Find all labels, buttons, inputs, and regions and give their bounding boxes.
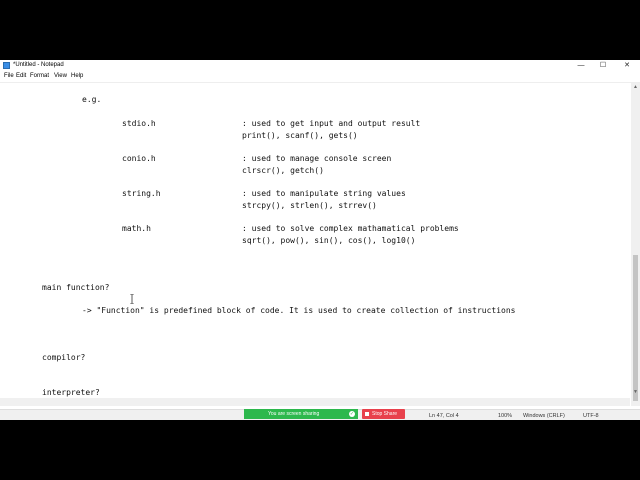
text-line: conio.h: [122, 154, 156, 163]
notepad-icon: [3, 62, 10, 69]
menu-view[interactable]: View: [54, 73, 67, 79]
text-line: string.h: [122, 189, 161, 198]
text-line: math.h: [122, 224, 151, 233]
text-line: strcpy(), strlen(), strrev(): [242, 201, 377, 210]
scroll-down-icon[interactable]: ▼: [631, 388, 640, 396]
text-line: sqrt(), pow(), sin(), cos(), log10(): [242, 236, 416, 245]
scroll-up-icon[interactable]: ▲: [631, 83, 640, 91]
menu-help[interactable]: Help: [71, 73, 83, 79]
stop-share-label: Stop Share: [372, 411, 398, 417]
screen-share-label: You are screen sharing: [268, 411, 320, 417]
notepad-window: *Untitled - Notepad — ☐ ✕ File Edit Form…: [0, 60, 640, 420]
cursor-position: Ln 47, Col 4: [429, 413, 459, 419]
maximize-button[interactable]: ☐: [596, 61, 610, 71]
menu-file[interactable]: File: [4, 73, 14, 79]
window-title: *Untitled - Notepad: [13, 62, 64, 68]
text-line: clrscr(), getch(): [242, 166, 324, 175]
text-editor[interactable]: e.g. stdio.h : used to get input and out…: [0, 83, 630, 406]
text-line: main function?: [42, 283, 110, 292]
text-line: : used to manage console screen: [242, 154, 392, 163]
text-line: compilor?: [42, 353, 86, 362]
text-line: : used to manipulate string values: [242, 189, 406, 198]
menu-edit[interactable]: Edit: [16, 73, 26, 79]
title-bar[interactable]: *Untitled - Notepad — ☐ ✕: [0, 60, 640, 72]
encoding: UTF-8: [583, 413, 599, 419]
minimize-button[interactable]: —: [574, 61, 588, 71]
stop-icon: [365, 412, 369, 416]
text-line: : used to get input and output result: [242, 119, 421, 128]
menu-format[interactable]: Format: [30, 73, 49, 79]
text-line: print(), scanf(), gets(): [242, 131, 358, 140]
horizontal-scrollbar[interactable]: [0, 398, 630, 406]
text-line: interpreter?: [42, 388, 100, 397]
stop-share-button[interactable]: Stop Share: [362, 409, 405, 419]
scrollbar-thumb[interactable]: [633, 255, 638, 401]
text-cursor-icon: [130, 294, 134, 304]
line-ending: Windows (CRLF): [523, 413, 565, 419]
text-line: : used to solve complex mathamatical pro…: [242, 224, 459, 233]
menu-bar: File Edit Format View Help: [0, 72, 640, 83]
text-line: stdio.h: [122, 119, 156, 128]
close-button[interactable]: ✕: [620, 61, 634, 71]
vertical-scrollbar[interactable]: ▲ ▼: [631, 83, 640, 406]
text-line: e.g.: [82, 95, 102, 104]
zoom-level: 100%: [498, 413, 513, 419]
text-line: -> "Function" is predefined block of cod…: [82, 306, 516, 315]
screen-share-banner: You are screen sharing ✓: [244, 409, 358, 419]
shield-icon: ✓: [349, 411, 355, 417]
